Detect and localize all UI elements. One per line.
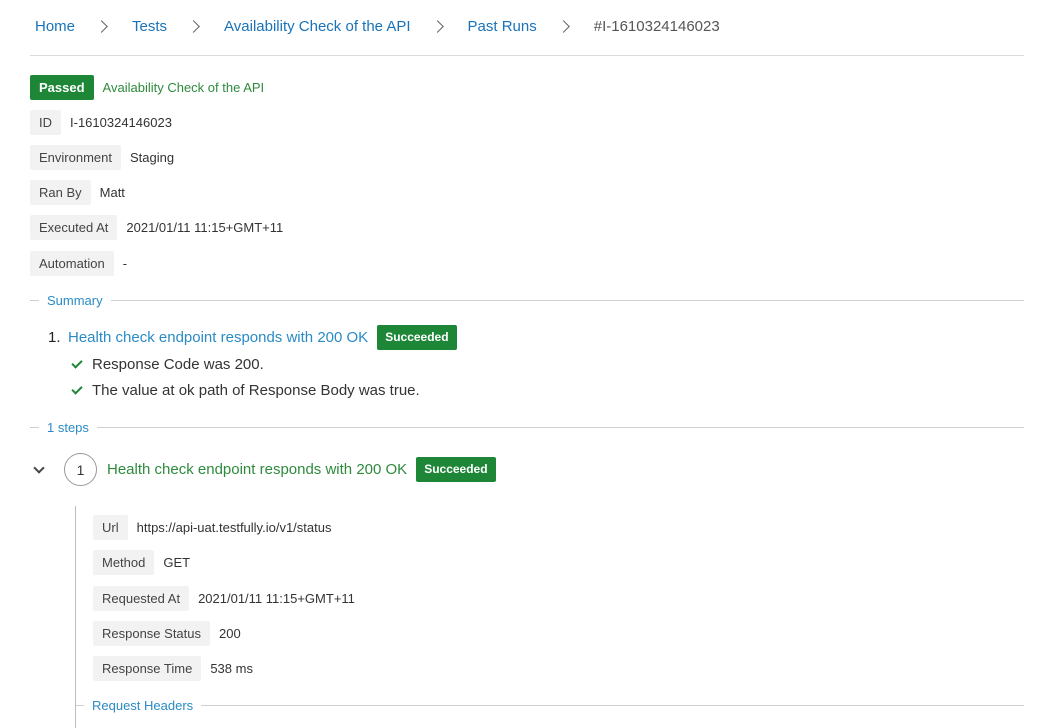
request-headers-title[interactable]: Request Headers [92,698,193,713]
step-header[interactable]: 1 Health check endpoint responds with 20… [30,453,496,486]
run-test-name: Availability Check of the API [102,80,265,95]
status-badge: Succeeded [416,457,496,482]
meta-row-ran-by: Ran By Matt [30,180,125,205]
meta-value: Matt [99,185,125,200]
meta-label: Environment [30,145,121,170]
request-headers-divider: Request Headers [76,695,1024,715]
step-detail-method: Method GET [93,550,190,575]
meta-value: I-1610324146023 [70,115,172,130]
detail-label: Url [93,515,128,540]
chevron-right-icon [430,19,444,33]
check-text: The value at ok path of Response Body wa… [92,381,420,399]
status-badge: Succeeded [377,325,457,350]
breadcrumb-current: #I-1610324146023 [593,17,720,35]
meta-row-id: ID I-1610324146023 [30,110,172,135]
summary-item-link[interactable]: Health check endpoint responds with 200 … [68,329,368,346]
steps-title: 1 steps [47,419,89,435]
step-detail-response-status: Response Status 200 [93,621,241,646]
meta-row-environment: Environment Staging [30,145,174,170]
detail-value: https://api-uat.testfully.io/v1/status [136,520,332,535]
run-status-row: Passed Availability Check of the API [30,75,264,100]
meta-label: Automation [30,251,114,276]
step-title: Health check endpoint responds with 200 … [107,461,408,478]
meta-row-executed-at: Executed At 2021/01/11 11:15+GMT+11 [30,215,283,240]
step-detail-response-time: Response Time 538 ms [93,656,253,681]
check-result: The value at ok path of Response Body wa… [71,380,420,400]
breadcrumb-tests[interactable]: Tests [132,18,167,35]
step-number: 1 [64,453,97,486]
check-text: Response Code was 200. [92,355,264,373]
meta-label: Ran By [30,180,91,205]
detail-label: Response Status [93,621,211,646]
chevron-right-icon [556,19,570,33]
detail-label: Requested At [93,586,190,611]
breadcrumb: Home Tests Availability Check of the API… [35,14,720,38]
summary-section-divider: Summary [30,290,1024,310]
step-detail-url: Url https://api-uat.testfully.io/v1/stat… [93,515,331,540]
chevron-right-icon [187,19,200,33]
breadcrumb-past-runs[interactable]: Past Runs [468,18,537,35]
detail-value: 2021/01/11 11:15+GMT+11 [198,591,355,606]
breadcrumb-test-name[interactable]: Availability Check of the API [224,18,411,35]
check-icon [71,382,83,395]
step-detail-requested-at: Requested At 2021/01/11 11:15+GMT+11 [93,586,355,611]
meta-row-automation: Automation - [30,251,127,276]
divider [30,55,1024,56]
test-run-page: Home Tests Availability Check of the API… [0,0,1049,728]
check-icon [71,356,83,369]
chevron-right-icon [95,19,108,33]
summary-item: 1. Health check endpoint responds with 2… [48,325,457,350]
detail-label: Method [93,550,155,575]
chevron-down-icon[interactable] [33,461,45,474]
status-badge: Passed [30,75,94,100]
detail-label: Response Time [93,656,202,681]
summary-item-number: 1. [48,329,61,346]
breadcrumb-home[interactable]: Home [35,18,75,35]
meta-label: ID [30,110,61,135]
detail-value: 200 [219,626,241,641]
meta-value: Staging [129,150,175,165]
meta-value: 2021/01/11 11:15+GMT+11 [126,220,284,235]
check-result: Response Code was 200. [71,354,264,374]
steps-section-divider: 1 steps [30,417,1024,437]
detail-value: 538 ms [210,661,253,676]
meta-label: Executed At [30,215,118,240]
detail-value: GET [163,555,191,570]
summary-title: Summary [47,292,103,308]
meta-value: - [122,256,128,271]
